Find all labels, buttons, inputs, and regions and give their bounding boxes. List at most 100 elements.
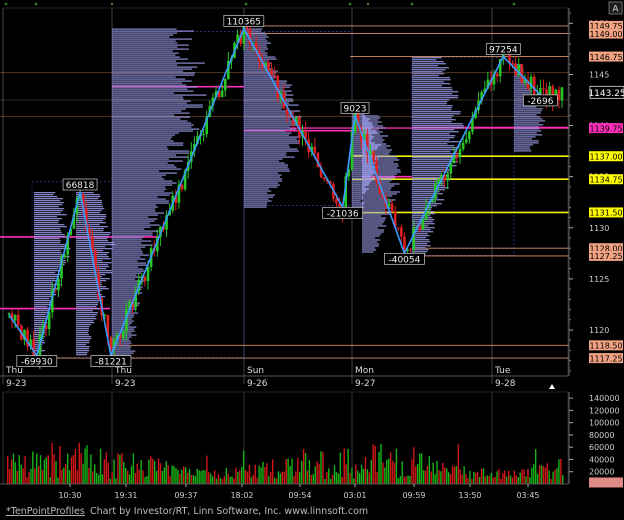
- profile-bar: [112, 98, 184, 100]
- volume-bar: [467, 477, 469, 484]
- profile-bar: [412, 59, 437, 61]
- volume-bar: [432, 462, 434, 484]
- profile-bar: [112, 186, 166, 188]
- profile-bar: [112, 168, 182, 170]
- profile-bar: [34, 212, 61, 214]
- volume-bar: [417, 464, 419, 484]
- profile-bar: [34, 278, 56, 280]
- profile-bar: [112, 294, 137, 296]
- profile-bar: [244, 122, 299, 124]
- volume-bar: [153, 461, 156, 484]
- volume-bar: [368, 472, 371, 484]
- volume-bar: [333, 465, 336, 484]
- profile-bar: [362, 241, 378, 243]
- zigzag-label: 110365: [227, 17, 261, 27]
- volume-bar: [360, 464, 363, 484]
- price-tick-label: 1145: [589, 70, 609, 79]
- profile-bar: [76, 208, 105, 210]
- profile-bar: [362, 225, 387, 227]
- profile-bar: [76, 314, 98, 316]
- profile-bar: [362, 239, 381, 241]
- volume-bar: [200, 471, 202, 484]
- volume-bar: [7, 456, 9, 484]
- profile-bar: [112, 208, 156, 210]
- profile-bar: [412, 101, 448, 103]
- volume-bar: [28, 472, 30, 484]
- profile-bar: [362, 131, 383, 133]
- profile-bar: [412, 85, 442, 87]
- profile-bar: [34, 296, 52, 298]
- volume-bar: [283, 471, 285, 484]
- profile-bar: [112, 244, 153, 246]
- volume-bar: [136, 463, 138, 484]
- time-tick-label: 13:50: [458, 491, 481, 500]
- zigzag-label: 9023: [344, 104, 367, 114]
- profile-bar: [34, 222, 59, 224]
- profile-bar: [244, 42, 272, 44]
- price-tick-label: 1120: [589, 326, 609, 335]
- volume-bar: [413, 447, 415, 484]
- profile-bar: [34, 240, 61, 242]
- profile-bar: [76, 274, 106, 276]
- profile-bar: [362, 173, 398, 175]
- profile-bar: [34, 236, 66, 238]
- profile-bar: [412, 61, 444, 63]
- profile-bar: [76, 330, 89, 332]
- profile-bar: [112, 226, 151, 228]
- volume-bar: [65, 463, 67, 484]
- profile-bar: [112, 120, 188, 122]
- volume-bar: [316, 461, 318, 484]
- volume-bar: [308, 459, 311, 484]
- profile-bar: [412, 63, 446, 65]
- profile-bar: [514, 92, 532, 94]
- volume-bar: [36, 453, 38, 484]
- profile-bar: [362, 243, 379, 245]
- volume-bar: [446, 468, 448, 484]
- volume-bar: [384, 467, 386, 484]
- profile-bar: [112, 90, 194, 92]
- profile-bar: [112, 112, 190, 114]
- autoscale-button[interactable]: A: [608, 1, 623, 15]
- profile-bar: [76, 300, 102, 302]
- profile-bar: [34, 298, 50, 300]
- profile-bar: [412, 73, 445, 75]
- profile-bar: [244, 38, 266, 40]
- profile-bar: [76, 286, 106, 288]
- profile-bar: [112, 162, 168, 164]
- profile-bar: [112, 198, 166, 200]
- profile-bar: [412, 67, 449, 69]
- profile-bar: [514, 138, 532, 140]
- profile-bar: [34, 274, 61, 276]
- candle-body: [464, 139, 468, 143]
- profile-bar: [514, 108, 543, 110]
- volume-bar: [159, 463, 162, 484]
- profile-bar: [514, 136, 536, 138]
- volume-bar: [198, 470, 200, 484]
- profile-bar: [112, 42, 178, 44]
- price-tick-label: 1130: [589, 224, 609, 233]
- volume-bar: [109, 478, 111, 484]
- volume-bar: [70, 457, 73, 484]
- profile-bar: [34, 220, 60, 222]
- profile-bar: [76, 248, 113, 250]
- profile-bar: [34, 228, 61, 230]
- profile-bar: [112, 214, 159, 216]
- indicator-name[interactable]: *TenPointProfiles: [6, 506, 85, 517]
- time-tick-label: 09:59: [402, 491, 425, 500]
- price-level-label: 1139.75: [589, 124, 622, 133]
- volume-bar: [80, 453, 82, 484]
- volume-bar: [370, 459, 372, 484]
- candle-body: [322, 177, 326, 180]
- profile-bar: [352, 198, 363, 200]
- volume-bar: [463, 466, 465, 484]
- volume-bar: [239, 470, 241, 484]
- volume-tick-label: 140000: [589, 394, 620, 403]
- profile-bar: [76, 346, 90, 348]
- volume-bar: [258, 465, 260, 484]
- profile-bar: [244, 100, 294, 102]
- profile-bar: [76, 224, 100, 226]
- volume-bar: [167, 465, 169, 484]
- profile-bar: [362, 195, 393, 197]
- volume-bar: [542, 465, 545, 484]
- volume-bar: [84, 448, 86, 484]
